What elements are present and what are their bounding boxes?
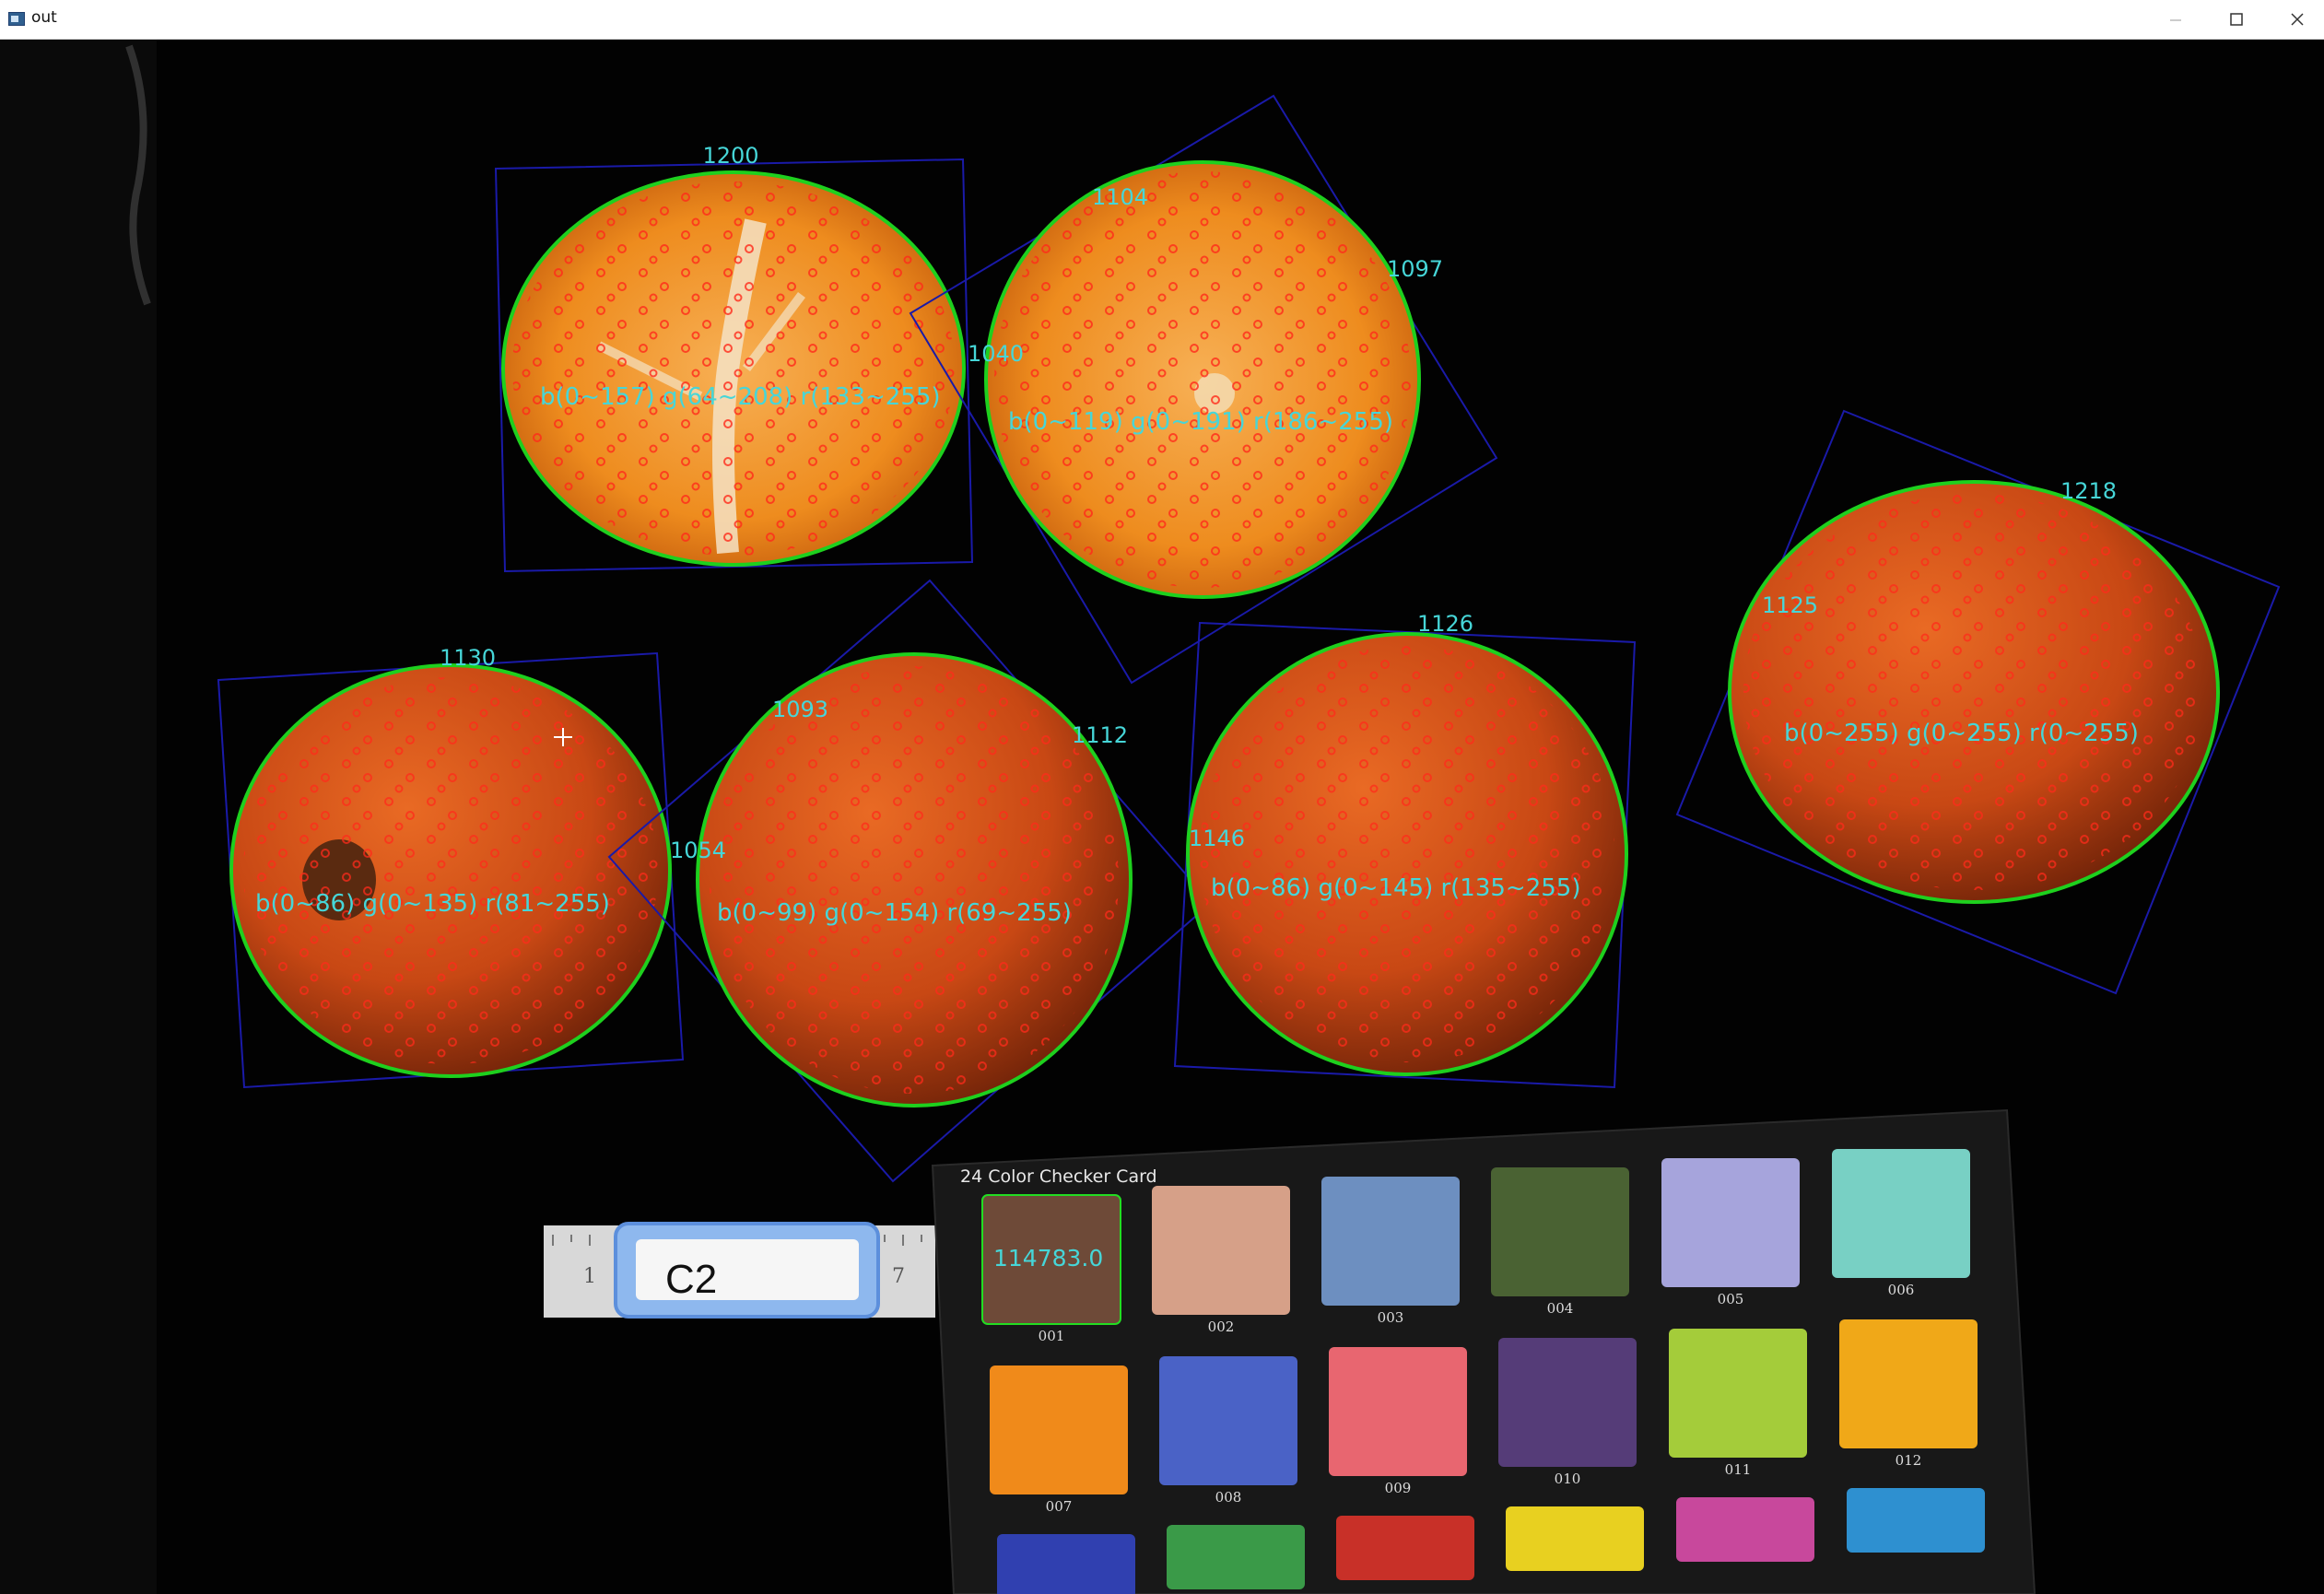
range-label: b(0~86) g(0~135) r(81~255) (255, 890, 610, 918)
patch-number: 004 (1547, 1300, 1574, 1317)
minimize-icon (2170, 19, 2181, 21)
range-label: b(0~86) g(0~145) r(135~255) (1211, 874, 1581, 902)
fruit-5: 1093 1112 1054 b(0~99) g(0~154) r(69~255… (607, 579, 1213, 1183)
color-patch (1661, 1158, 1800, 1287)
patch-number: 005 (1718, 1291, 1744, 1307)
count-label: 1093 (772, 697, 828, 722)
range-label: b(0~99) g(0~154) r(69~255) (717, 899, 1072, 927)
image-canvas: 1200 b(0~157) g(64~208) r(133~255) 1104 … (0, 40, 2324, 1594)
patch-number: 001 (1039, 1328, 1065, 1344)
patch-number: 006 (1888, 1282, 1915, 1298)
close-icon (2291, 13, 2304, 26)
color-patch (1159, 1356, 1297, 1485)
count-label: 1054 (670, 838, 726, 863)
color-patch (1329, 1347, 1467, 1476)
color-patch (990, 1365, 1128, 1494)
close-button[interactable] (2267, 0, 2324, 39)
fruit-3: 1218 1125 b(0~255) g(0~255) r(0~255) (1675, 409, 2281, 995)
patch-number: 010 (1555, 1471, 1581, 1487)
patch-number: 011 (1725, 1461, 1752, 1478)
count-label: 1040 (968, 341, 1024, 367)
color-patch (997, 1534, 1135, 1594)
fruit-4: 1130 b(0~86) g(0~135) r(81~255) (217, 645, 685, 1089)
maximize-button[interactable] (2206, 0, 2267, 39)
color-checker-card: 24 Color Checker Card 001 002 003 004 005 006… (931, 1108, 2036, 1594)
color-patch (1498, 1338, 1637, 1467)
color-patch (1832, 1149, 1970, 1278)
window-titlebar: out (0, 0, 2324, 40)
patch-number: 008 (1215, 1489, 1242, 1506)
range-label: b(0~255) g(0~255) r(0~255) (1784, 720, 2139, 747)
range-label: b(0~119) g(0~191) r(186~255) (1008, 408, 1393, 436)
fruit-6: 1126 1146 b(0~86) g(0~145) r(135~255) (1173, 611, 1637, 1089)
count-label: 1200 (702, 143, 758, 169)
ruler: 1 7 C2 (544, 1222, 935, 1319)
range-label: b(0~157) g(64~208) r(133~255) (540, 383, 941, 411)
color-patch (1491, 1167, 1629, 1296)
minimize-button[interactable] (2145, 0, 2206, 39)
color-patch (1676, 1497, 1814, 1562)
count-label: 1130 (440, 645, 496, 671)
patch-number: 002 (1208, 1319, 1235, 1335)
sample-tag: C2 (665, 1257, 717, 1302)
count-label: 1112 (1072, 722, 1128, 748)
count-label: 1097 (1387, 256, 1443, 282)
count-label: 1126 (1417, 611, 1473, 637)
color-patch (1669, 1329, 1807, 1458)
color-patch (1152, 1186, 1290, 1315)
patch-number: 009 (1385, 1480, 1412, 1496)
fruit-1: 1200 b(0~157) g(64~208) r(133~255) (494, 143, 974, 573)
ruler-number: 1 (583, 1265, 596, 1288)
window-title: out (31, 8, 57, 27)
app-icon (8, 12, 25, 26)
count-label: 1125 (1762, 592, 1818, 618)
patch-value-label: 114783.0 (993, 1245, 1103, 1272)
color-patch (1321, 1177, 1460, 1306)
maximize-icon (2230, 13, 2243, 26)
count-label: 1146 (1189, 826, 1245, 851)
color-patch (1167, 1525, 1305, 1589)
count-label: 1218 (2060, 478, 2117, 504)
color-patch (1336, 1516, 1474, 1580)
card-title: 24 Color Checker Card (960, 1166, 1157, 1187)
ruler-number: 7 (892, 1265, 905, 1288)
color-patch (1847, 1488, 1985, 1553)
count-label: 1104 (1092, 184, 1148, 210)
patch-number: 012 (1896, 1452, 1922, 1469)
patch-number: 007 (1046, 1498, 1073, 1515)
color-patch (1839, 1319, 1978, 1448)
background-cloth (0, 40, 157, 1594)
color-patch (1506, 1506, 1644, 1571)
fruit-2: 1104 1097 1040 b(0~119) g(0~191) r(186~2… (909, 94, 1498, 685)
patch-number: 003 (1378, 1309, 1404, 1326)
segmentation-overlay: 1200 b(0~157) g(64~208) r(133~255) 1104 … (0, 40, 2281, 1594)
